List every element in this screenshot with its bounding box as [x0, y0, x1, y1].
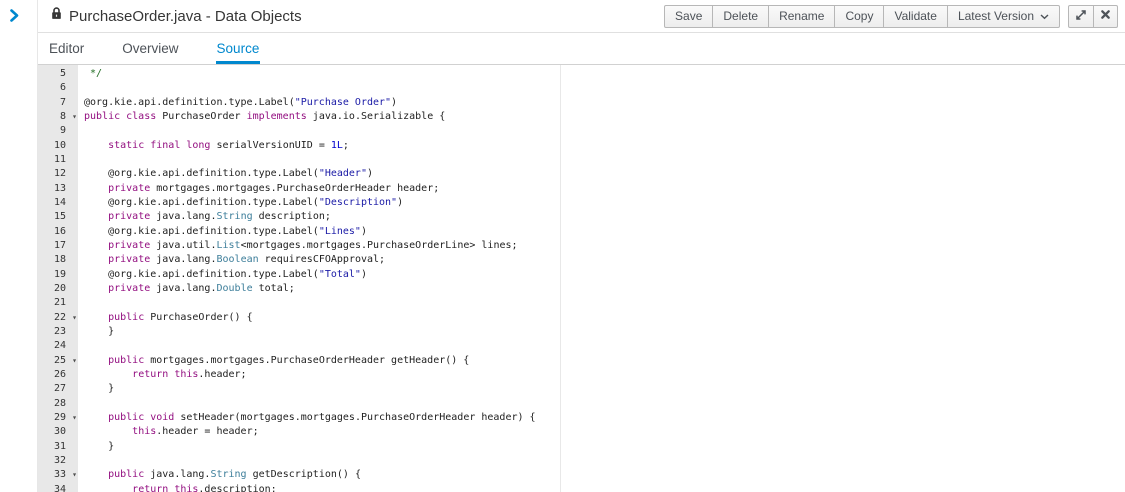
chevron-right-icon[interactable]: [9, 9, 37, 27]
code-lines[interactable]: */ @org.kie.api.definition.type.Label("P…: [78, 65, 1125, 492]
lock-icon: [50, 6, 63, 26]
code-line-30: this.header = header;: [84, 425, 1125, 439]
copy-button[interactable]: Copy: [834, 5, 884, 28]
gutter-line-26: 26: [38, 368, 78, 382]
gutter-line-8: 8▾: [38, 110, 78, 124]
code-line-28: [84, 397, 1125, 411]
gutter-line-28: 28: [38, 397, 78, 411]
source-code-editor[interactable]: 5678▾910111213141516171819202122▾232425▾…: [38, 65, 1125, 492]
code-line-21: [84, 296, 1125, 310]
code-line-10: static final long serialVersionUID = 1L;: [84, 139, 1125, 153]
expand-icon: [1075, 9, 1087, 24]
code-line-7: @org.kie.api.definition.type.Label("Purc…: [84, 96, 1125, 110]
code-line-22: public PurchaseOrder() {: [84, 311, 1125, 325]
gutter-line-15: 15: [38, 210, 78, 224]
gutter-line-14: 14: [38, 196, 78, 210]
close-icon: [1100, 9, 1111, 23]
gutter-line-23: 23: [38, 325, 78, 339]
gutter-line-30: 30: [38, 425, 78, 439]
fold-arrow-icon[interactable]: ▾: [72, 311, 77, 325]
code-line-32: [84, 454, 1125, 468]
gutter-line-32: 32: [38, 454, 78, 468]
code-line-6: [84, 81, 1125, 95]
gutter-line-5: 5: [38, 67, 78, 81]
gutter-line-6: 6: [38, 81, 78, 95]
code-line-13: private mortgages.mortgages.PurchaseOrde…: [84, 182, 1125, 196]
code-line-23: }: [84, 325, 1125, 339]
gutter-line-24: 24: [38, 339, 78, 353]
code-line-14: @org.kie.api.definition.type.Label("Desc…: [84, 196, 1125, 210]
caret-down-icon: [1040, 9, 1049, 23]
code-line-25: public mortgages.mortgages.PurchaseOrder…: [84, 354, 1125, 368]
code-line-20: private java.lang.Double total;: [84, 282, 1125, 296]
gutter-line-7: 7: [38, 96, 78, 110]
code-line-26: return this.header;: [84, 368, 1125, 382]
fold-arrow-icon[interactable]: ▾: [72, 110, 77, 124]
collapsed-sidebar: [0, 0, 38, 492]
gutter-line-11: 11: [38, 153, 78, 167]
toolbar-button-group: SaveDeleteRenameCopyValidate Latest Vers…: [664, 5, 1060, 28]
tab-source[interactable]: Source: [216, 33, 261, 64]
fold-arrow-icon[interactable]: ▾: [72, 468, 77, 482]
gutter-line-13: 13: [38, 182, 78, 196]
code-line-34: return this.description;: [84, 483, 1125, 492]
gutter-line-12: 12: [38, 167, 78, 181]
code-line-27: }: [84, 382, 1125, 396]
code-line-33: public java.lang.String getDescription()…: [84, 468, 1125, 482]
code-line-15: private java.lang.String description;: [84, 210, 1125, 224]
code-line-5: */: [84, 67, 1125, 81]
gutter-line-16: 16: [38, 225, 78, 239]
gutter-line-9: 9: [38, 124, 78, 138]
code-line-11: [84, 153, 1125, 167]
fold-arrow-icon[interactable]: ▾: [72, 411, 77, 425]
window-controls-group: [1068, 5, 1118, 28]
gutter-line-27: 27: [38, 382, 78, 396]
version-dropdown-label: Latest Version: [958, 9, 1034, 23]
line-number-gutter: 5678▾910111213141516171819202122▾232425▾…: [38, 65, 78, 492]
code-line-8: public class PurchaseOrder implements ja…: [84, 110, 1125, 124]
tab-editor[interactable]: Editor: [48, 33, 85, 64]
gutter-line-34: 34: [38, 483, 78, 492]
page-title: PurchaseOrder.java - Data Objects: [69, 8, 302, 25]
code-line-19: @org.kie.api.definition.type.Label("Tota…: [84, 268, 1125, 282]
code-line-18: private java.lang.Boolean requiresCFOApp…: [84, 253, 1125, 267]
delete-button[interactable]: Delete: [712, 5, 769, 28]
code-line-12: @org.kie.api.definition.type.Label("Head…: [84, 167, 1125, 181]
gutter-line-22: 22▾: [38, 311, 78, 325]
gutter-line-29: 29▾: [38, 411, 78, 425]
version-dropdown-button[interactable]: Latest Version: [947, 5, 1060, 28]
expand-button[interactable]: [1068, 5, 1094, 28]
title-bar: PurchaseOrder.java - Data Objects SaveDe…: [38, 0, 1125, 33]
tabs: Editor Overview Source: [38, 33, 1125, 65]
tab-overview[interactable]: Overview: [121, 33, 179, 64]
fold-arrow-icon[interactable]: ▾: [72, 354, 77, 368]
code-line-16: @org.kie.api.definition.type.Label("Line…: [84, 225, 1125, 239]
gutter-line-31: 31: [38, 440, 78, 454]
gutter-line-17: 17: [38, 239, 78, 253]
gutter-line-20: 20: [38, 282, 78, 296]
validate-button[interactable]: Validate: [883, 5, 947, 28]
gutter-line-10: 10: [38, 139, 78, 153]
gutter-line-21: 21: [38, 296, 78, 310]
rename-button[interactable]: Rename: [768, 5, 835, 28]
code-line-9: [84, 124, 1125, 138]
gutter-line-18: 18: [38, 253, 78, 267]
code-line-24: [84, 339, 1125, 353]
gutter-line-25: 25▾: [38, 354, 78, 368]
main-panel: PurchaseOrder.java - Data Objects SaveDe…: [38, 0, 1125, 492]
code-line-17: private java.util.List<mortgages.mortgag…: [84, 239, 1125, 253]
gutter-line-33: 33▾: [38, 468, 78, 482]
code-line-29: public void setHeader(mortgages.mortgage…: [84, 411, 1125, 425]
print-margin-line: [560, 65, 561, 492]
gutter-line-19: 19: [38, 268, 78, 282]
code-line-31: }: [84, 440, 1125, 454]
close-button[interactable]: [1093, 5, 1118, 28]
app-window: PurchaseOrder.java - Data Objects SaveDe…: [0, 0, 1125, 492]
save-button[interactable]: Save: [664, 5, 713, 28]
